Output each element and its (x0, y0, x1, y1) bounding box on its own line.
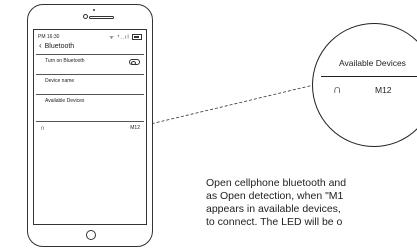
home-button (86, 230, 96, 240)
device-name-label: Device name (45, 78, 75, 84)
bluetooth-toggle[interactable] (129, 59, 140, 65)
status-bar: PM 16:30 ᯤ ᵀ..ıl (38, 34, 142, 41)
wifi-icon: ᯤ (109, 34, 115, 41)
available-devices-label: Available Devices (45, 98, 85, 104)
caption-line: as Open detection, when "M1 (206, 190, 344, 202)
instruction-caption: Open cellphone bluetooth and as Open det… (206, 177, 417, 229)
caption-line: Open cellphone bluetooth and (206, 177, 347, 189)
zoom-device-name[interactable]: M12 (375, 85, 392, 95)
battery-icon (132, 34, 142, 40)
device-name: M12 (130, 125, 140, 131)
status-icons: ᯤ ᵀ..ıl (109, 34, 142, 40)
phone-screen: PM 16:30 ᯤ ᵀ..ıl ‹ Bluetooth Turn on Blu… (33, 29, 147, 225)
nav-header: ‹ Bluetooth (39, 41, 74, 50)
headphones-icon: ∩ (333, 82, 342, 96)
headphones-icon: ∩ (40, 125, 46, 132)
turn-on-bluetooth-row[interactable]: Turn on Bluetooth (36, 54, 144, 69)
caption-line: appears in available devices, (206, 203, 341, 215)
back-chevron-icon[interactable]: ‹ (39, 41, 42, 50)
status-time: PM 16:30 (38, 34, 60, 40)
turn-on-bluetooth-label: Turn on Bluetooth (45, 58, 85, 64)
phone-illustration: PM 16:30 ᯤ ᵀ..ıl ‹ Bluetooth Turn on Blu… (27, 4, 153, 247)
device-name-row[interactable]: Device name (36, 74, 144, 89)
page-title: Bluetooth (44, 43, 75, 50)
zoom-divider (321, 76, 417, 77)
device-list-item[interactable]: ∩ M12 (36, 121, 144, 136)
caption-line: to connect. The LED will be o (206, 216, 343, 228)
signal-icon: ᵀ..ıl (117, 34, 130, 41)
sensor-dot (93, 9, 95, 11)
front-camera (83, 14, 88, 19)
earpiece-speaker (89, 16, 114, 19)
available-devices-header: Available Devices (36, 94, 144, 109)
zoom-available-devices-title: Available Devices (339, 58, 406, 68)
